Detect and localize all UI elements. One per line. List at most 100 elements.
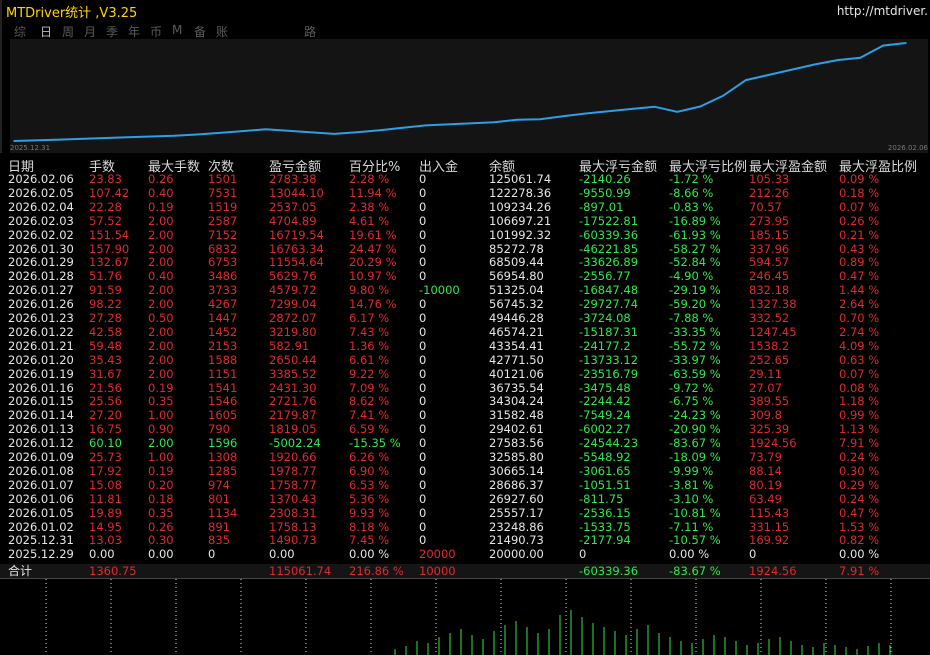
table-cell-col-6: 0 bbox=[419, 269, 427, 284]
tab-0[interactable]: 综 bbox=[14, 23, 26, 40]
table-cell-col-3: 2587 bbox=[208, 213, 238, 228]
table-cell-col-7: 27583.56 bbox=[489, 436, 544, 451]
table-cell-col-4: 2872.07 bbox=[269, 311, 317, 325]
table-cell-col-7: 68509.44 bbox=[489, 255, 544, 270]
table-cell-col-5: 19.61 % bbox=[349, 227, 397, 242]
table-row: 2026.01.20 35.43 2.00 1588 2650.44 6.61 % 0 427… bbox=[0, 353, 930, 367]
balance-point bbox=[424, 124, 427, 127]
table-row: 2026.01.05 19.89 0.35 1134 2308.31 9.93 % 0 255… bbox=[0, 506, 930, 520]
tab-6[interactable]: 币 bbox=[150, 23, 162, 40]
table-cell-col-6: 0 bbox=[419, 477, 427, 492]
table-cell-col-0: 2026.01.20 bbox=[8, 352, 74, 367]
table-cell-col-1: 27.20 bbox=[89, 408, 122, 423]
table-cell-col-11: 0.43 % bbox=[839, 241, 880, 256]
table-cell-col-10: 115.43 bbox=[749, 505, 790, 520]
table-cell-col-2: 0.18 bbox=[148, 491, 174, 506]
table-cell-col-11: 0.07 % bbox=[839, 199, 880, 214]
table-cell-col-3: 1541 bbox=[208, 380, 238, 395]
table-cell-col-3: 1447 bbox=[208, 311, 238, 325]
price-bars bbox=[394, 610, 891, 655]
table-cell-col-9: -4.90 % bbox=[669, 269, 714, 284]
table-cell-col-7: 21490.73 bbox=[489, 533, 544, 548]
table-cell-col-2: 2.00 bbox=[148, 352, 174, 367]
table-cell-col-10: 309.8 bbox=[749, 408, 782, 423]
table-cell-col-6: -10000 bbox=[419, 283, 460, 298]
table-cell-col-2: 0.19 bbox=[148, 380, 174, 395]
title-bar: MTDriver统计 ,V3.25 http://mtdriver. bbox=[0, 0, 930, 22]
table-cell-col-11: 0.24 % bbox=[839, 450, 880, 464]
table-cell-col-4: 4704.89 bbox=[269, 213, 317, 228]
table-row: 2026.02.06 23.83 0.26 1501 2783.38 2.28 % 0 125… bbox=[0, 172, 930, 186]
table-cell-col-1: 57.52 bbox=[89, 213, 122, 228]
table-cell-col-3: 1588 bbox=[208, 352, 238, 367]
table-cell-col-3: 3733 bbox=[208, 283, 238, 298]
table-cell-col-5: 7.43 % bbox=[349, 324, 390, 339]
table-cell-col-1: 98.22 bbox=[89, 297, 122, 312]
table-cell-col-10: 88.14 bbox=[749, 463, 782, 478]
table-cell-col-11: 2.64 % bbox=[839, 297, 880, 312]
x-end-label: 2026.02.06 bbox=[888, 144, 928, 152]
tab-5[interactable]: 年 bbox=[128, 23, 140, 40]
table-cell-col-3: 1605 bbox=[208, 408, 238, 423]
table-cell-col-0: 2026.01.30 bbox=[8, 241, 74, 256]
table-cell-col-11: 1.44 % bbox=[839, 283, 880, 298]
table-cell-col-5: 9.93 % bbox=[349, 505, 390, 520]
table-cell-col-6: 0 bbox=[419, 297, 427, 312]
table-cell-col-5: 7.41 % bbox=[349, 408, 390, 423]
table-cell-col-5: 14.76 % bbox=[349, 297, 397, 312]
total-max-float-profit-pct: 7.91 % bbox=[839, 564, 880, 578]
table-cell-col-3: 835 bbox=[208, 533, 230, 548]
table-cell-col-5: 2.38 % bbox=[349, 199, 390, 214]
table-cell-col-7: 109234.26 bbox=[489, 199, 552, 214]
table-cell-col-3: 3486 bbox=[208, 269, 238, 284]
table-cell-col-7: 30665.14 bbox=[489, 463, 544, 478]
table-cell-col-3: 1285 bbox=[208, 463, 238, 478]
table-cell-col-5: 8.18 % bbox=[349, 519, 390, 534]
tab-8[interactable]: 备 bbox=[194, 23, 206, 40]
table-cell-col-1: 157.90 bbox=[89, 241, 130, 256]
table-cell-col-2: 2.00 bbox=[148, 436, 174, 451]
table-cell-col-10: 80.19 bbox=[749, 477, 782, 492]
tab-1[interactable]: 日 bbox=[40, 23, 52, 40]
table-cell-col-1: 0.00 bbox=[89, 547, 115, 562]
table-cell-col-2: 0.50 bbox=[148, 311, 174, 325]
table-cell-col-11: 0.00 % bbox=[839, 547, 880, 562]
table-cell-col-7: 106697.21 bbox=[489, 213, 552, 228]
table-cell-col-10: 185.15 bbox=[749, 227, 790, 242]
table-cell-col-10: 246.45 bbox=[749, 269, 790, 284]
table-cell-col-8: -17522.81 bbox=[579, 213, 639, 228]
table-cell-col-7: 56745.32 bbox=[489, 297, 544, 312]
site-url-link[interactable]: http://mtdriver. bbox=[837, 4, 928, 18]
table-cell-col-0: 2026.01.05 bbox=[8, 505, 74, 520]
balance-point bbox=[813, 63, 816, 66]
table-cell-col-6: 0 bbox=[419, 213, 427, 228]
tab-7[interactable]: M bbox=[172, 23, 182, 37]
tab-3[interactable]: 月 bbox=[84, 23, 96, 40]
table-cell-col-0: 2026.02.05 bbox=[8, 185, 74, 200]
table-cell-col-6: 0 bbox=[419, 241, 427, 256]
table-cell-col-1: 14.95 bbox=[89, 519, 122, 534]
table-row: 2026.01.28 51.76 0.40 3486 5629.76 10.97 % 0 56… bbox=[0, 269, 930, 283]
tab-4[interactable]: 季 bbox=[106, 23, 118, 40]
table-cell-col-4: 1370.43 bbox=[269, 491, 317, 506]
table-cell-col-5: 10.97 % bbox=[349, 269, 397, 284]
balance-point bbox=[699, 105, 701, 108]
table-cell-col-4: 2650.44 bbox=[269, 352, 317, 367]
balance-point bbox=[58, 138, 61, 141]
table-row: 2026.01.21 59.48 2.00 2153 582.91 1.36 % 0 4335… bbox=[0, 339, 930, 353]
table-cell-col-11: 7.91 % bbox=[839, 436, 880, 451]
table-cell-col-8: -3475.48 bbox=[579, 380, 631, 395]
balance-point bbox=[379, 129, 381, 131]
table-cell-col-10: 70.57 bbox=[749, 199, 782, 214]
table-cell-col-1: 42.58 bbox=[89, 324, 122, 339]
tab-2[interactable]: 周 bbox=[62, 23, 74, 40]
table-cell-col-10: 73.79 bbox=[749, 450, 782, 464]
table-cell-col-5: 0.00 % bbox=[349, 547, 390, 562]
table-cell-col-3: 6753 bbox=[208, 255, 238, 270]
table-cell-col-5: 9.80 % bbox=[349, 283, 390, 298]
table-cell-col-10: 273.95 bbox=[749, 213, 790, 228]
balance-point bbox=[493, 121, 496, 123]
table-cell-col-11: 4.09 % bbox=[839, 338, 880, 353]
table-cell-col-1: 151.54 bbox=[89, 227, 130, 242]
table-row: 2026.01.23 27.28 0.50 1447 2872.07 6.17 % 0 494… bbox=[0, 311, 930, 325]
